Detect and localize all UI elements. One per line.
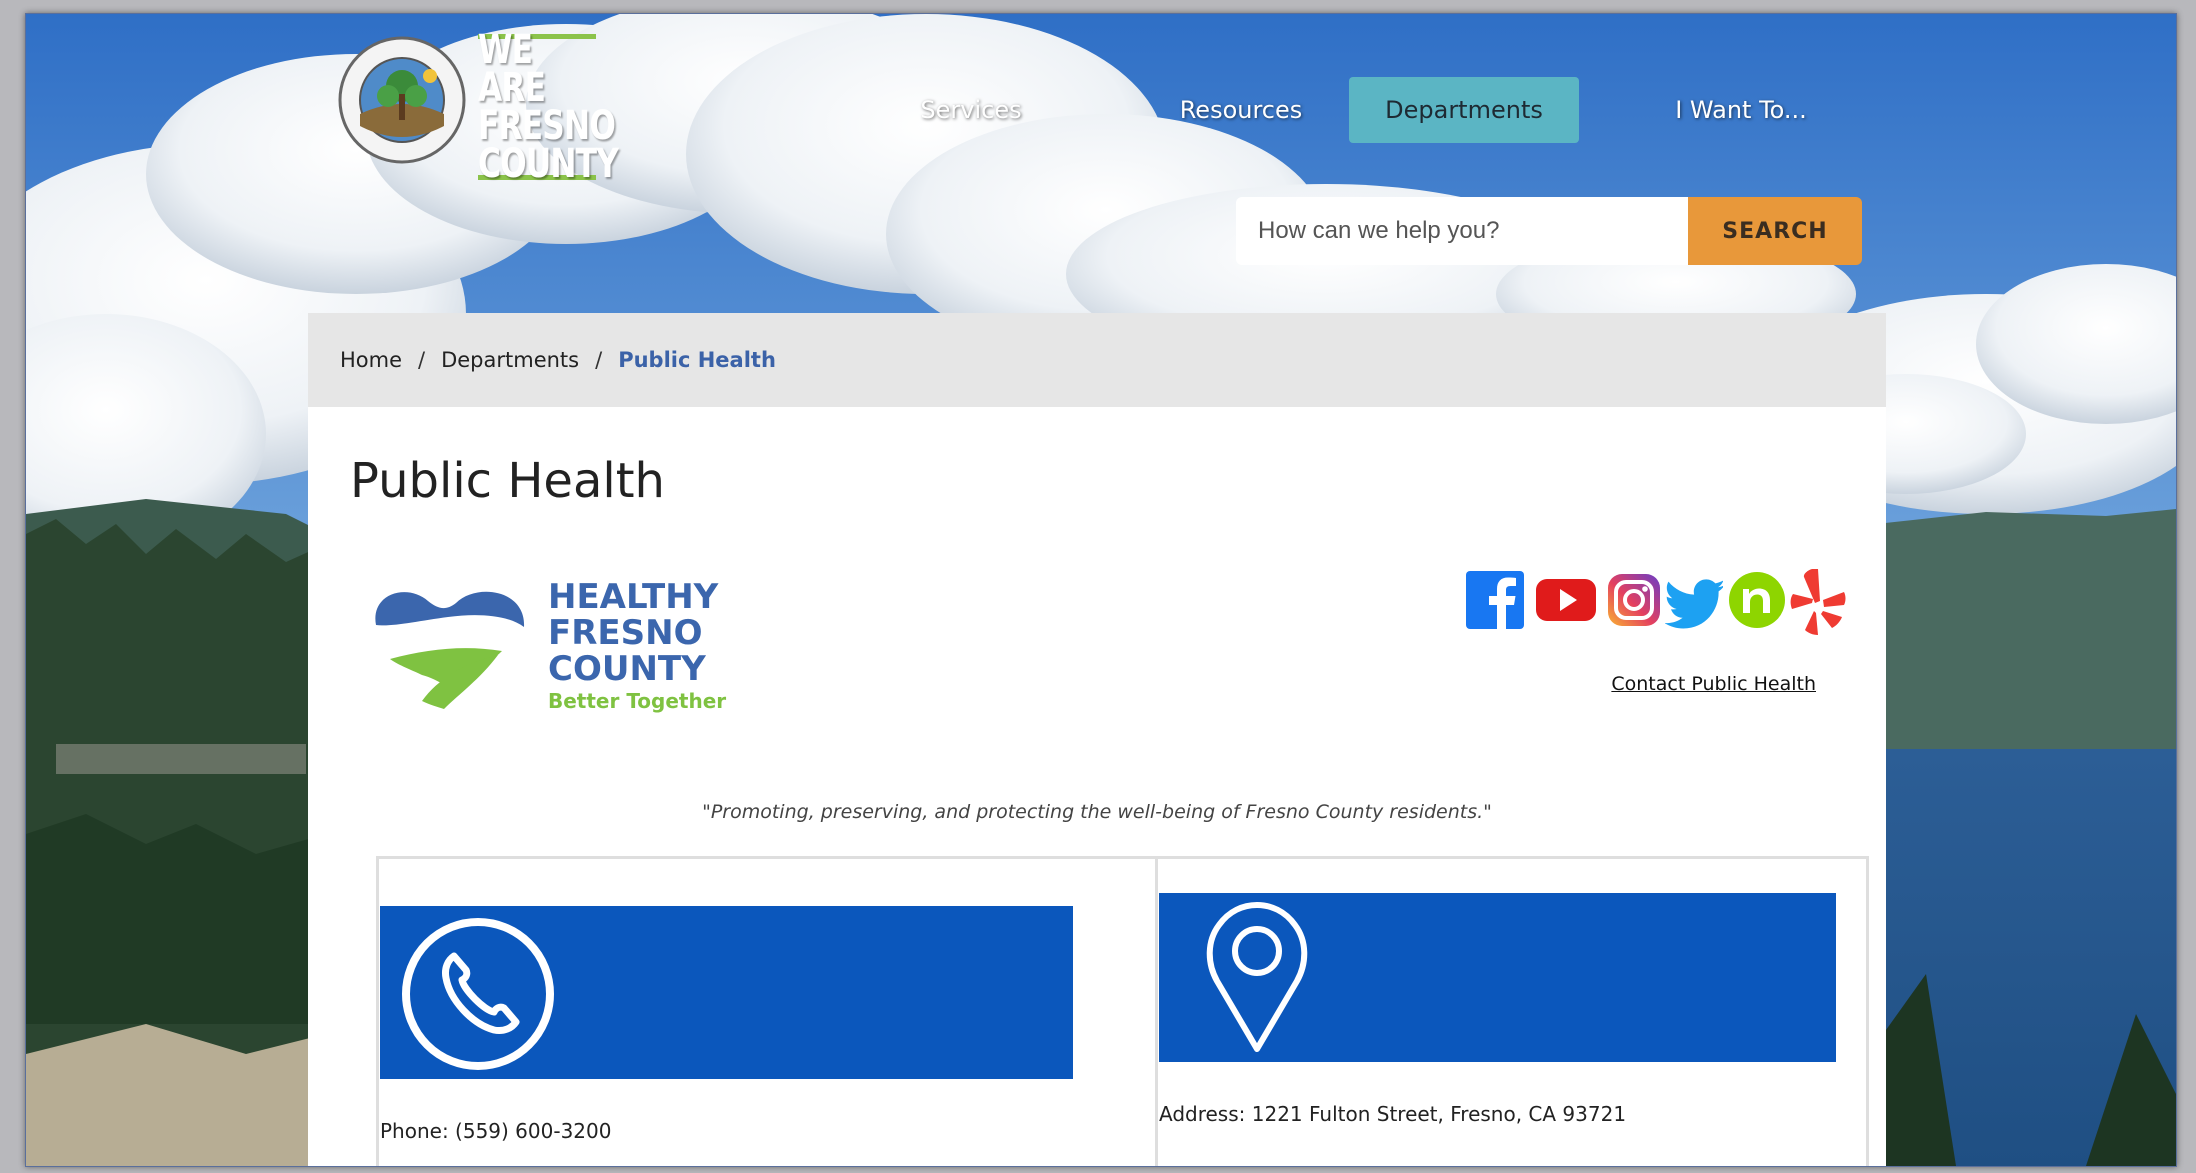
nav-i-want-to[interactable]: I Want To... (1641, 77, 1841, 143)
address-text: Address: 1221 Fulton Street, Fresno, CA … (1159, 1102, 1627, 1126)
phone-text: Phone: (559) 600-3200 (380, 1119, 612, 1143)
breadcrumb-current[interactable]: Public Health (618, 348, 776, 372)
we-are-fresno-county-logo[interactable]: WE ARE FRESNO COUNTY (478, 27, 619, 187)
address-card[interactable]: Address: 1221 Fulton Street, Fresno, CA … (1155, 856, 1869, 1166)
search-input[interactable] (1236, 197, 1688, 265)
nav-departments[interactable]: Departments (1349, 77, 1579, 143)
facebook-icon[interactable] (1466, 565, 1524, 635)
search-button[interactable]: SEARCH (1688, 197, 1862, 265)
logo-word-county: COUNTY (548, 649, 706, 689)
logo-tagline: Better Together (548, 689, 727, 713)
breadcrumb-separator: / (595, 348, 603, 372)
nav-services[interactable]: Services (881, 77, 1061, 143)
twitter-icon[interactable] (1665, 565, 1723, 635)
nav-resources[interactable]: Resources (1146, 77, 1336, 143)
map-pin-icon (1206, 902, 1308, 1052)
logo-text-line-1: WE ARE (478, 27, 546, 111)
phone-icon (402, 918, 554, 1070)
breadcrumb: Home / Departments / Public Health (308, 313, 1886, 407)
logo-word-fresno: FRESNO (548, 613, 703, 653)
nextdoor-icon[interactable] (1728, 565, 1786, 635)
healthy-fresno-county-logo: HEALTHY FRESNO COUNTY Better Together (368, 569, 748, 719)
page-title: Public Health (350, 453, 665, 509)
county-seal-logo[interactable] (338, 36, 466, 164)
logo-text-line-2: FRESNO (478, 103, 616, 149)
youtube-icon[interactable] (1536, 565, 1596, 635)
yelp-icon[interactable] (1788, 565, 1848, 635)
address-banner (1159, 893, 1836, 1062)
heart-logo-icon (375, 591, 525, 709)
logo-text-line-3: COUNTY (478, 141, 619, 187)
logo-word-healthy: HEALTHY (548, 577, 719, 617)
content-panel: Home / Departments / Public Health Publi… (308, 313, 1886, 1166)
phone-banner (380, 906, 1073, 1079)
mission-statement: "Promoting, preserving, and protecting t… (702, 801, 1492, 823)
contact-public-health-link[interactable]: Contact Public Health (1611, 673, 1816, 695)
browser-viewport: WE ARE FRESNO COUNTY Services Resources … (25, 13, 2177, 1167)
breadcrumb-separator: / (418, 348, 426, 372)
breadcrumb-home[interactable]: Home (340, 348, 402, 372)
instagram-icon[interactable] (1608, 565, 1660, 635)
breadcrumb-departments[interactable]: Departments (441, 348, 579, 372)
phone-card[interactable]: Phone: (559) 600-3200 (376, 856, 1158, 1166)
